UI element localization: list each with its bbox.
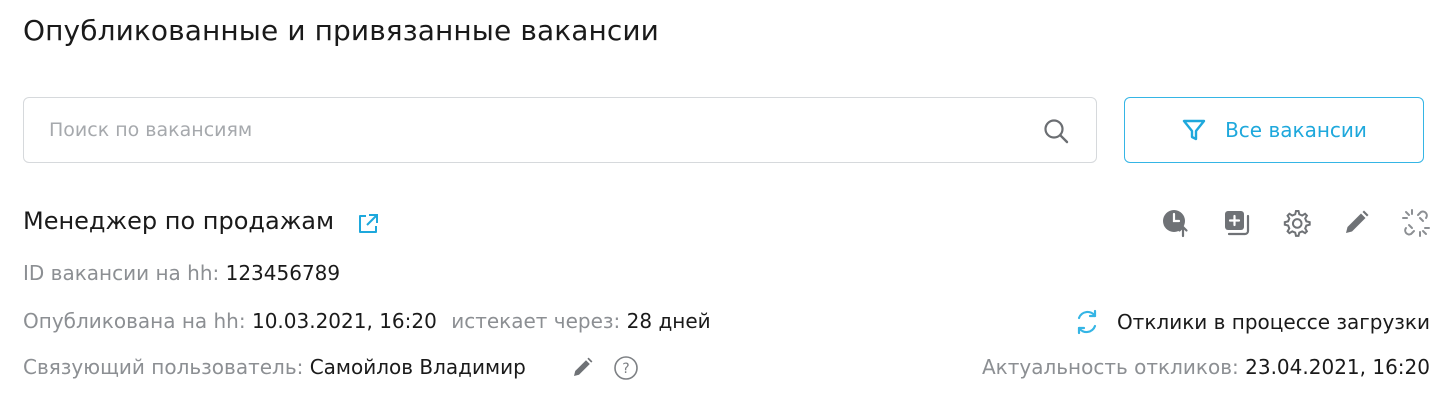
responses-status-text: Отклики в процессе загрузки (1116, 310, 1430, 334)
vacancy-id-row: ID вакансии на hh: 123456789 (23, 261, 340, 285)
published-label: Опубликована на hh: (23, 309, 246, 333)
filter-label: Все вакансии (1225, 118, 1367, 142)
actuality-value: 23.04.2021, 16:20 (1245, 355, 1430, 379)
duplicate-button[interactable] (1218, 205, 1254, 241)
refresh-icon (1077, 309, 1097, 335)
vacancy-id-label: ID вакансии на hh: (23, 261, 220, 285)
vacancy-published-row: Опубликована на hh: 10.03.2021, 16:20 ис… (23, 309, 711, 333)
settings-button[interactable] (1278, 205, 1314, 241)
unlink-icon (1402, 209, 1430, 237)
filter-icon (1182, 119, 1206, 141)
gear-icon (1283, 210, 1311, 237)
linked-user-value: Самойлов Владимир (309, 355, 526, 379)
help-icon[interactable]: ? (613, 355, 639, 381)
published-value: 10.03.2021, 16:20 (251, 309, 437, 333)
search-icon[interactable] (1042, 117, 1070, 145)
edit-button[interactable] (1338, 205, 1374, 241)
edit-user-pencil-icon[interactable] (571, 355, 595, 379)
responses-actuality: Актуальность откликов: 23.04.2021, 16:20 (982, 355, 1430, 379)
history-button[interactable] (1158, 205, 1194, 241)
clock-up-icon (1163, 210, 1188, 238)
linked-user-label: Связующий пользователь: (23, 355, 304, 379)
add-copy-icon (1225, 211, 1250, 236)
vacancy-actions (1158, 205, 1438, 241)
vacancy-id-value: 123456789 (225, 261, 341, 285)
vacancy-title[interactable]: Менеджер по продажам (23, 207, 334, 235)
filter-button[interactable]: Все вакансии (1124, 97, 1424, 163)
expires-label: истекает через: (451, 309, 621, 333)
expires-value: 28 дней (626, 309, 711, 333)
external-link-icon[interactable] (355, 211, 381, 237)
actuality-label: Актуальность откликов: (981, 355, 1239, 379)
unlink-button[interactable] (1398, 205, 1434, 241)
svg-text:?: ? (622, 361, 629, 377)
linked-user-row: Связующий пользователь: Самойлов Владими… (23, 355, 526, 379)
search-box[interactable] (23, 97, 1097, 163)
pencil-icon (1346, 210, 1369, 233)
responses-status: Отклики в процессе загрузки (1073, 308, 1430, 336)
search-input[interactable] (49, 98, 1029, 162)
page-title: Опубликованные и привязанные вакансии (23, 14, 659, 47)
